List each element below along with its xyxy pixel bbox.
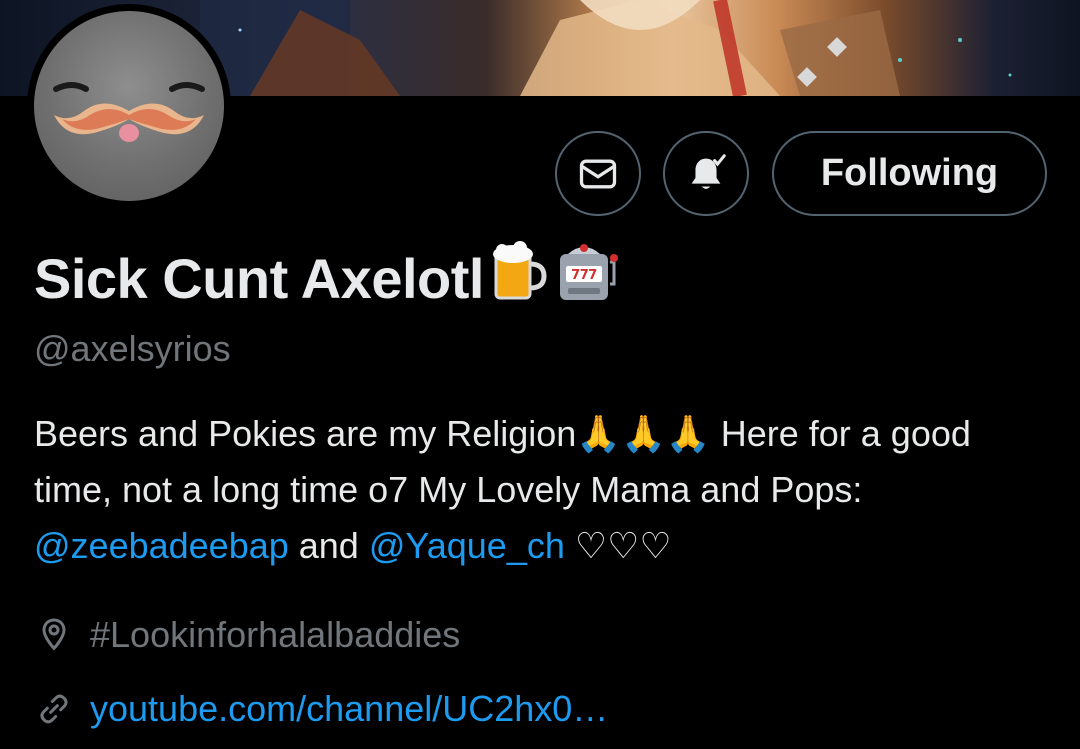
bell-check-icon bbox=[691, 153, 726, 189]
username-handle: @axelsyrios bbox=[34, 328, 231, 369]
following-label: Following bbox=[820, 152, 999, 194]
message-button[interactable] bbox=[555, 131, 641, 216]
profile-website[interactable]: youtube.com/channel/UC2hx0… bbox=[34, 688, 608, 730]
bio-text: ♡♡♡ bbox=[564, 525, 672, 566]
mention-link[interactable]: @zeebadeebap bbox=[34, 525, 289, 566]
display-name: Sick Cunt Axelotl 777 bbox=[34, 240, 620, 317]
bio-text: and bbox=[288, 525, 369, 566]
beer-mug-icon bbox=[490, 240, 548, 317]
following-button[interactable]: Following bbox=[772, 131, 1047, 216]
avatar[interactable] bbox=[27, 4, 231, 208]
mention-link[interactable]: @Yaque_ch bbox=[369, 525, 565, 566]
avatar-image bbox=[34, 11, 224, 201]
mustache-face-icon bbox=[53, 82, 205, 142]
website-link[interactable]: youtube.com/channel/UC2hx0… bbox=[90, 688, 608, 730]
location-text: #Lookinforhalalbaddies bbox=[90, 614, 461, 655]
envelope-icon bbox=[579, 159, 617, 188]
profile-location: #Lookinforhalalbaddies bbox=[34, 614, 460, 656]
svg-text:777: 777 bbox=[571, 268, 597, 283]
location-pin-icon bbox=[34, 615, 74, 655]
slot-machine-icon: 777 bbox=[554, 240, 620, 317]
profile-bio: Beers and Pokies are my Religion🙏🙏🙏 Here… bbox=[34, 406, 1044, 574]
notifications-button[interactable] bbox=[663, 131, 749, 216]
bio-text: Beers and Pokies are my Religion🙏🙏🙏 Here… bbox=[34, 413, 971, 510]
display-name-text: Sick Cunt Axelotl bbox=[34, 247, 484, 310]
link-icon bbox=[34, 689, 74, 729]
